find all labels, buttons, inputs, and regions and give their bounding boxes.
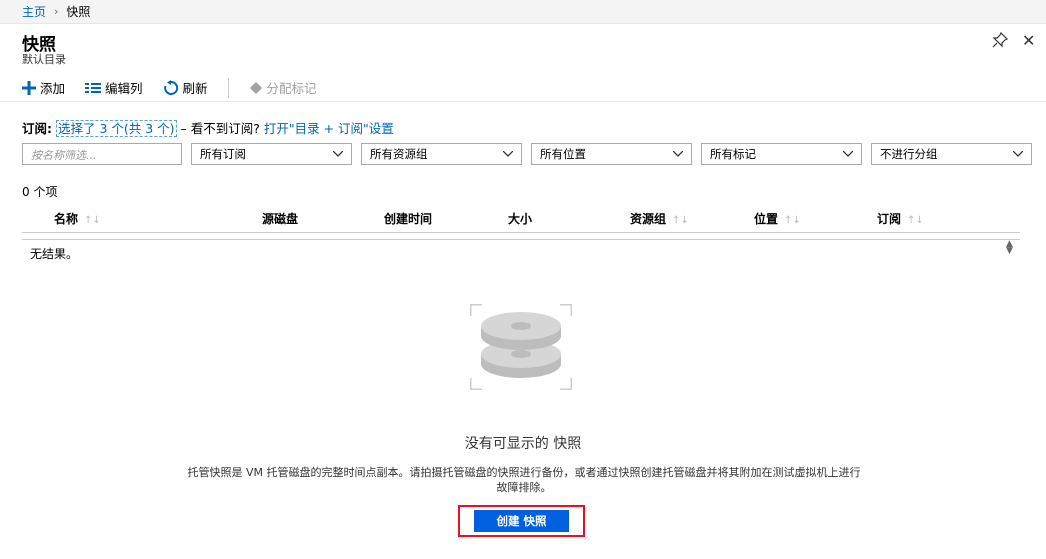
grouping-filter-value: 不进行分组 <box>880 147 938 161</box>
refresh-label: 刷新 <box>182 81 208 96</box>
column-header-name[interactable]: 名称 ↑↓ <box>54 210 101 227</box>
column-header-subscription[interactable]: 订阅 ↑↓ <box>877 210 924 227</box>
sort-icon: ↑↓ <box>84 215 101 226</box>
chevron-down-icon <box>673 151 683 157</box>
assign-tags-button[interactable]: 分配标记 <box>249 78 317 97</box>
edit-columns-button[interactable]: 编辑列 <box>85 78 143 97</box>
subscription-bar: 订阅: 选择了 3 个(共 3 个) – 看不到订阅? 打开"目录 + 订阅"设… <box>22 118 394 137</box>
grouping-filter[interactable]: 不进行分组 <box>871 143 1032 165</box>
tags-filter[interactable]: 所有标记 <box>701 143 862 165</box>
resource-group-filter[interactable]: 所有资源组 <box>361 143 522 165</box>
column-header-resource-group[interactable]: 资源组 ↑↓ <box>630 210 689 227</box>
disk-snapshot-icon <box>468 302 574 392</box>
empty-state-title: 没有可显示的 快照 <box>464 436 582 452</box>
columns-icon <box>85 82 102 94</box>
subscription-label: 订阅: <box>22 121 52 136</box>
add-button[interactable]: 添加 <box>22 78 65 97</box>
subscription-settings-link[interactable]: 打开"目录 + 订阅"设置 <box>264 121 394 136</box>
column-header-size[interactable]: 大小 <box>508 210 532 227</box>
sort-icon: ↑↓ <box>784 215 801 226</box>
empty-state-description: 托管快照是 VM 托管磁盘的完整时间点副本。请拍摄托管磁盘的快照进行备份，或者通… <box>187 466 861 494</box>
sort-icon: ↑↓ <box>672 215 689 226</box>
breadcrumb-home-link[interactable]: 主页 <box>22 3 46 20</box>
pin-icon[interactable] <box>992 31 1009 51</box>
subscription-prompt: – 看不到订阅? <box>180 121 260 136</box>
refresh-button[interactable]: 刷新 <box>163 78 208 97</box>
column-header-source-disk[interactable]: 源磁盘 <box>262 210 298 227</box>
tag-icon <box>249 81 263 95</box>
sort-icon: ↑↓ <box>907 215 924 226</box>
edit-columns-label: 编辑列 <box>105 81 143 96</box>
toolbar-divider <box>227 77 229 98</box>
plus-icon <box>22 80 36 95</box>
subscription-filter-value: 所有订阅 <box>200 147 246 161</box>
column-header-location[interactable]: 位置 ↑↓ <box>754 210 801 227</box>
table-header: 名称 ↑↓ 源磁盘 创建时间 大小 资源组 ↑↓ 位置 ↑↓ 订阅 ↑↓ <box>22 208 1020 233</box>
subscription-selector[interactable]: 选择了 3 个(共 3 个) <box>55 120 177 137</box>
create-snapshot-button[interactable]: 创建 快照 <box>474 510 569 532</box>
filter-bar: 按名称筛选... 所有订阅 所有资源组 所有位置 所有标记 不进行分组 <box>22 143 1032 165</box>
tags-filter-value: 所有标记 <box>710 147 756 161</box>
name-filter-input[interactable]: 按名称筛选... <box>22 143 182 165</box>
chevron-down-icon <box>503 151 513 157</box>
subscription-filter[interactable]: 所有订阅 <box>191 143 352 165</box>
breadcrumb: 主页 › 快照 <box>0 0 1046 24</box>
location-filter-value: 所有位置 <box>540 147 586 161</box>
assign-tags-label: 分配标记 <box>266 81 317 96</box>
scroll-arrows-icon[interactable]: ▲ ▼ <box>1006 240 1013 256</box>
column-header-created[interactable]: 创建时间 <box>384 210 432 227</box>
close-icon[interactable]: ✕ <box>1022 31 1035 50</box>
chevron-down-icon <box>1013 151 1023 157</box>
add-label: 添加 <box>40 81 66 96</box>
toolbar: 添加 编辑列 刷新 分配标记 <box>0 74 1046 102</box>
item-count: 0 个项 <box>22 185 58 199</box>
breadcrumb-current: 快照 <box>66 5 91 19</box>
chevron-right-icon: › <box>54 5 59 18</box>
no-results-row: 无结果。 <box>22 239 1020 261</box>
create-button-highlight: 创建 快照 <box>458 505 585 537</box>
refresh-icon <box>163 79 179 96</box>
chevron-down-icon <box>333 151 343 157</box>
page-subtitle: 默认目录 <box>22 53 66 66</box>
location-filter[interactable]: 所有位置 <box>531 143 692 165</box>
resource-group-filter-value: 所有资源组 <box>370 147 428 161</box>
chevron-down-icon <box>843 151 853 157</box>
